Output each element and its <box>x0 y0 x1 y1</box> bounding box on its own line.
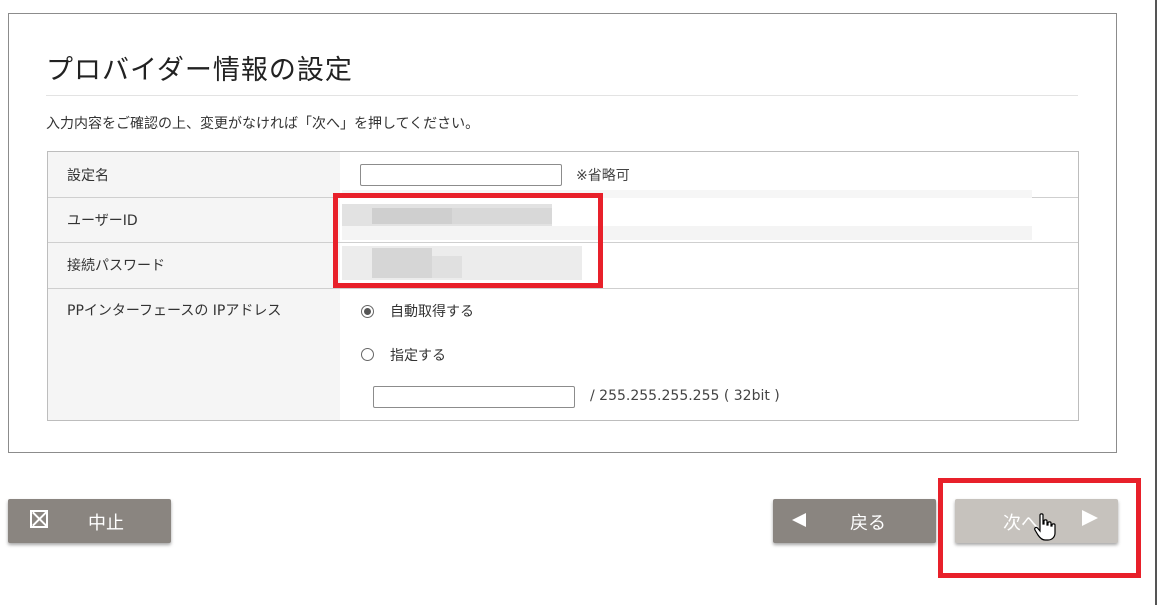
instructions-text: 入力内容をご確認の上、変更がなければ「次へ」を押してください。 <box>46 116 480 132</box>
optional-note: ※省略可 <box>576 168 630 184</box>
cancel-button[interactable]: 中止 <box>8 499 171 543</box>
triangle-left-icon <box>792 513 806 527</box>
setting-name-input[interactable] <box>360 164 562 186</box>
cancel-button-label: 中止 <box>88 513 124 534</box>
setting-name-label: 設定名 <box>67 168 109 184</box>
password-label: 接続パスワード <box>67 258 165 274</box>
highlight-box <box>938 478 1141 578</box>
close-box-icon <box>30 510 48 528</box>
title-divider <box>46 95 1078 96</box>
auto-ip-radio[interactable] <box>361 305 374 318</box>
manual-ip-label: 指定する <box>390 348 446 364</box>
back-button-label: 戻る <box>850 513 886 534</box>
back-button[interactable]: 戻る <box>773 499 936 543</box>
manual-ip-radio[interactable] <box>361 348 374 361</box>
page-title: プロバイダー情報の設定 <box>46 55 353 86</box>
window-right-border <box>1155 0 1157 605</box>
highlight-box <box>333 193 603 288</box>
user-id-label: ユーザーID <box>67 213 138 229</box>
ip-address-label: PPインターフェースの IPアドレス <box>67 303 282 319</box>
ip-address-input[interactable] <box>373 386 575 408</box>
subnet-mask-text: / 255.255.255.255 ( 32bit ) <box>590 388 780 404</box>
label-column <box>48 152 340 420</box>
row-divider <box>48 288 1078 289</box>
auto-ip-label: 自動取得する <box>390 304 474 320</box>
radio-selected-dot <box>364 308 371 315</box>
